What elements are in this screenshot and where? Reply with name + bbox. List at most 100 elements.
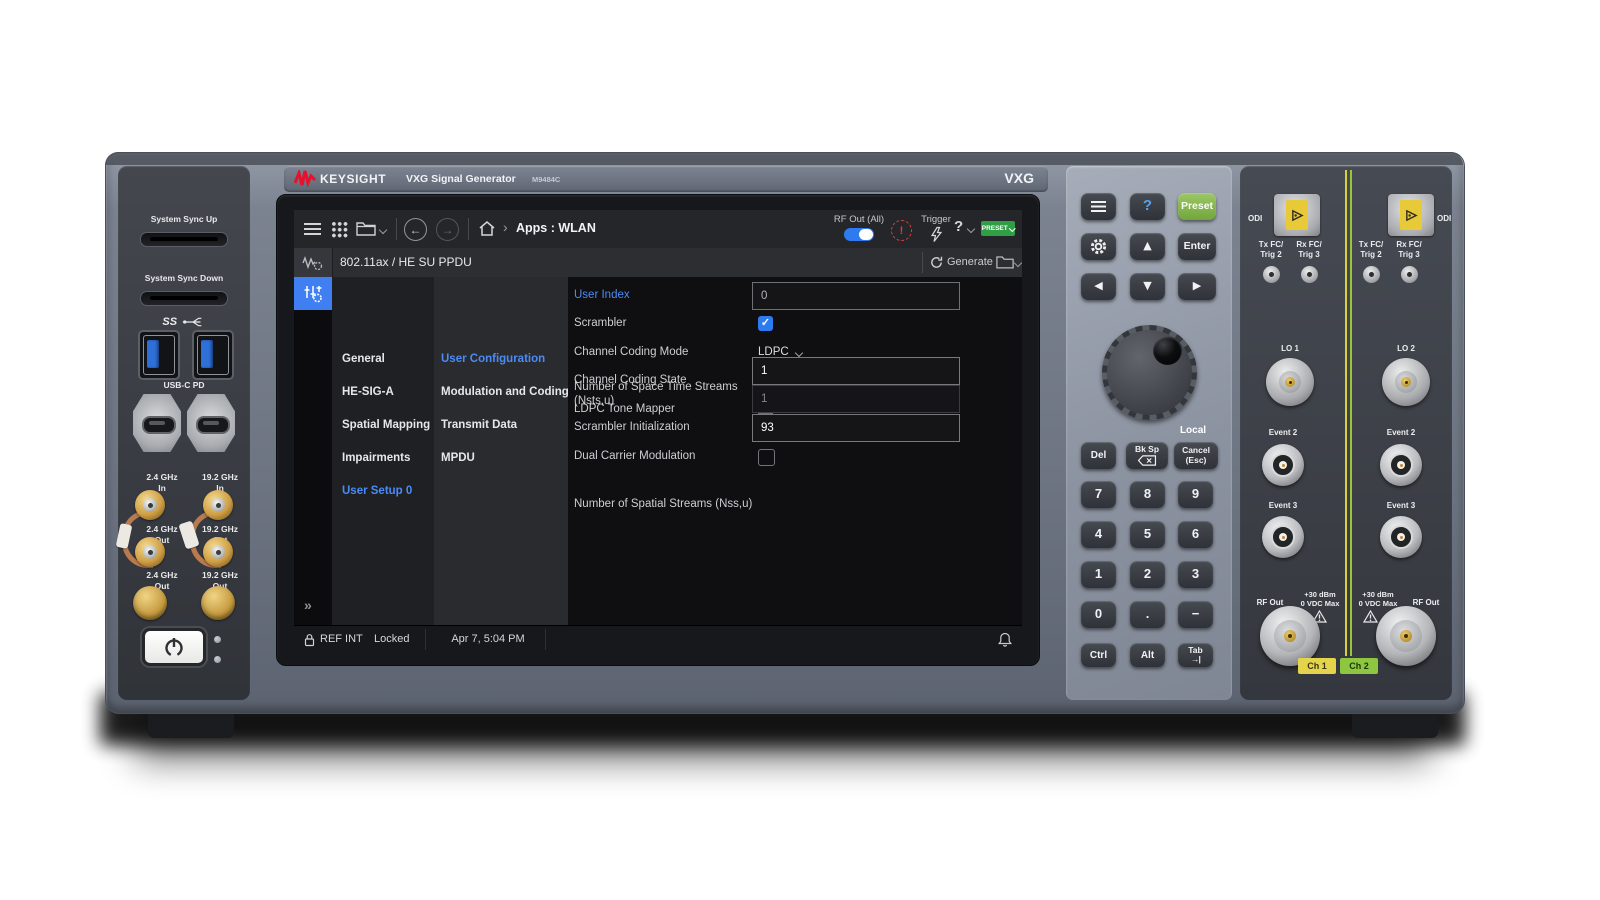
waveform-tab-icon-cell[interactable] — [294, 248, 333, 277]
digit-6-hardkey[interactable]: 6 — [1178, 521, 1213, 548]
usb-a-port-2 — [192, 330, 234, 380]
rx-fc-trig3-label-ch2: Rx FC/Trig 3 — [1396, 240, 1422, 259]
enter-hardkey[interactable]: Enter — [1178, 233, 1216, 260]
signal-header-row: 802.11ax / HE SU PPDU Generate — [294, 248, 1022, 278]
dcm-checkbox[interactable] — [758, 449, 775, 466]
rf-out-toggle[interactable] — [844, 228, 874, 241]
status-bar: REF INT Locked Apr 7, 5:04 PM — [294, 625, 1022, 652]
tx-fc-trig2-label-ch1: Tx FC/Trig 2 — [1258, 240, 1284, 259]
back-button[interactable]: ← — [404, 218, 427, 241]
usb-c-port-2 — [187, 394, 235, 452]
sma-24ghz-in — [135, 490, 165, 520]
arrow-left-hardkey[interactable]: ◀ — [1081, 273, 1116, 300]
status-led-1 — [214, 636, 221, 643]
generate-button[interactable]: Generate — [947, 256, 993, 268]
digit-5-hardkey[interactable]: 5 — [1130, 521, 1165, 548]
folder-chevron-icon[interactable] — [378, 225, 388, 235]
usb-c-port-1 — [133, 394, 181, 452]
preset-hardkey[interactable]: Preset — [1178, 193, 1216, 220]
menu-icon[interactable] — [304, 223, 321, 226]
decimal-hardkey[interactable]: . — [1130, 601, 1165, 628]
rx-trig3-connector-ch2 — [1401, 266, 1418, 283]
arrow-right-hardkey[interactable]: ▶ — [1178, 273, 1216, 300]
sliders-gear-icon — [304, 285, 322, 302]
divider — [468, 218, 469, 240]
nav-item-transmit-data[interactable]: Transmit Data — [441, 419, 517, 431]
home-icon[interactable] — [478, 220, 496, 237]
forward-button[interactable]: → — [436, 218, 459, 241]
nav-item-spatial-mapping[interactable]: Spatial Mapping — [342, 419, 430, 431]
help-chevron-icon[interactable] — [966, 224, 976, 234]
lo2-connector — [1382, 358, 1430, 406]
keysight-spark-icon — [294, 170, 316, 188]
local-label: Local — [1179, 425, 1207, 436]
tab-hardkey[interactable]: Tab →| — [1178, 643, 1213, 667]
digit-4-hardkey[interactable]: 4 — [1081, 521, 1116, 548]
bell-icon[interactable] — [998, 632, 1012, 647]
odi-module-ch1 — [1274, 194, 1320, 236]
arrow-up-hardkey[interactable]: ▲ — [1130, 233, 1165, 260]
ctrl-hardkey[interactable]: Ctrl — [1081, 643, 1116, 667]
digit-1-hardkey[interactable]: 1 — [1081, 561, 1116, 588]
datetime: Apr 7, 5:04 PM — [451, 633, 525, 645]
breadcrumb: Apps : WLAN — [516, 221, 596, 235]
sma-24ghz-out-mid — [135, 537, 165, 567]
del-hardkey[interactable]: Del — [1081, 442, 1116, 469]
rf-out-connector-ch2 — [1376, 606, 1436, 666]
chassis-top-edge — [105, 152, 1463, 165]
user-setup-tab-icon[interactable] — [294, 277, 332, 310]
screen-top-bar: ← → › Apps : WLAN RF Out (All) Trigger ?… — [294, 210, 1022, 249]
apps-grid-icon[interactable] — [331, 221, 348, 238]
scrambler-checkbox[interactable]: ✓ — [758, 316, 773, 331]
digit-3-hardkey[interactable]: 3 — [1178, 561, 1213, 588]
arrow-down-hardkey[interactable]: ▼ — [1130, 273, 1165, 300]
generate-refresh-icon[interactable] — [930, 256, 943, 269]
odi-label-ch1: ODI — [1248, 214, 1263, 223]
nav-item-user-setup-0[interactable]: User Setup 0 — [342, 485, 412, 497]
expand-collapse-button[interactable]: » — [304, 597, 312, 613]
help-hardkey[interactable]: ? — [1130, 193, 1165, 220]
nav-item-general[interactable]: General — [342, 353, 385, 365]
menu-hardkey[interactable] — [1081, 193, 1116, 220]
minus-hardkey[interactable]: − — [1178, 601, 1213, 628]
digit-9-hardkey[interactable]: 9 — [1178, 481, 1213, 508]
backspace-hardkey[interactable]: Bk Sp — [1126, 442, 1168, 469]
scrambler-init-input[interactable]: 93 — [752, 414, 960, 442]
digit-7-hardkey[interactable]: 7 — [1081, 481, 1116, 508]
settings-hardkey[interactable] — [1081, 233, 1116, 260]
save-folder-icon[interactable] — [996, 255, 1014, 269]
nav-item-mpdu[interactable]: MPDU — [441, 452, 475, 464]
digit-2-hardkey[interactable]: 2 — [1130, 561, 1165, 588]
cancel-esc-hardkey[interactable]: Cancel (Esc) — [1174, 442, 1218, 469]
rotary-knob[interactable] — [1102, 325, 1197, 420]
event2-connector-ch1 — [1262, 444, 1304, 486]
nav-item-user-configuration[interactable]: User Configuration — [441, 353, 545, 365]
save-folder-chevron-icon[interactable] — [1013, 258, 1022, 268]
channel-divider-yellow — [1345, 170, 1347, 656]
breadcrumb-separator: › — [503, 219, 508, 235]
nav-sections: General HE-SIG-A Spatial Mapping Impairm… — [332, 277, 434, 625]
scrambler-label: Scrambler — [574, 317, 627, 329]
tx-trig2-connector-ch2 — [1363, 266, 1380, 283]
alt-hardkey[interactable]: Alt — [1130, 643, 1165, 667]
power-button[interactable] — [142, 628, 206, 666]
rf-warning-icon[interactable] — [891, 220, 912, 241]
nsts-input[interactable]: 1 — [752, 385, 960, 413]
rf-output-panel: ODI Tx FC/Trig 2 Rx FC/Trig 3 LO 1 Event… — [1240, 166, 1452, 700]
folder-icon[interactable] — [356, 221, 376, 236]
warning-triangle-icon-ch2 — [1363, 610, 1378, 623]
nav-item-modulation-and-coding[interactable]: Modulation and Coding — [441, 386, 569, 398]
digit-8-hardkey[interactable]: 8 — [1130, 481, 1165, 508]
user-index-input[interactable]: 0 — [752, 282, 960, 310]
ch1-tag: Ch 1 — [1298, 658, 1336, 674]
trigger-label: Trigger — [921, 214, 951, 225]
usb-trident-icon — [182, 317, 201, 327]
divider — [425, 629, 426, 650]
preset-button-screen[interactable]: PRESET — [981, 221, 1016, 236]
trigger-bolt-icon[interactable] — [930, 226, 943, 243]
nss-input[interactable]: 1 — [752, 357, 960, 385]
help-button[interactable]: ? — [954, 218, 963, 235]
digit-0-hardkey[interactable]: 0 — [1081, 601, 1116, 628]
nav-item-impairments[interactable]: Impairments — [342, 452, 410, 464]
nav-item-he-sig-a[interactable]: HE-SIG-A — [342, 386, 394, 398]
